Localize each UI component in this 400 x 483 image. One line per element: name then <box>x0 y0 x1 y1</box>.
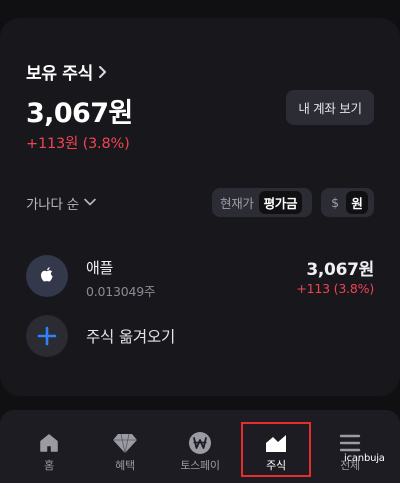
toggle-won[interactable]: 원 <box>346 191 368 214</box>
my-account-button[interactable]: 내 계좌 보기 <box>286 90 374 125</box>
tab-label: 혜택 <box>115 459 135 472</box>
tab-label: 토스페이 <box>180 459 220 472</box>
tab-benefits[interactable]: 혜택 <box>95 410 155 483</box>
holdings-title[interactable]: 보유 주식 <box>26 59 109 84</box>
stock-value: 3,067원 <box>306 260 374 280</box>
stock-row-apple[interactable]: 애플 0.013049주 3,067원 +113 (3.8%) <box>26 249 374 299</box>
toggle-current-price[interactable]: 현재가 <box>215 191 259 214</box>
stock-quantity: 0.013049주 <box>86 284 156 299</box>
won-coin-icon <box>186 430 214 456</box>
plus-icon <box>26 315 68 357</box>
tab-tosspay[interactable]: 토스페이 <box>170 410 230 483</box>
sort-label: 가나다 순 <box>26 197 79 213</box>
currency-toggle: $ 원 <box>321 188 374 217</box>
chevron-down-icon <box>83 195 97 211</box>
home-icon <box>35 430 63 456</box>
tab-all[interactable]: 전체 <box>320 410 380 483</box>
watermark: icanbuja <box>344 453 385 464</box>
total-amount: 3,067원 <box>26 98 133 129</box>
tab-home[interactable]: 홈 <box>19 410 79 483</box>
transfer-stocks-button[interactable]: 주식 옮겨오기 <box>26 315 374 359</box>
highlight-box <box>241 422 311 477</box>
transfer-label: 주식 옮겨오기 <box>86 328 176 346</box>
toggle-valuation[interactable]: 평가금 <box>258 191 303 214</box>
apple-logo-icon <box>26 255 68 297</box>
stock-name: 애플 <box>86 259 114 277</box>
chevron-right-icon <box>97 65 109 79</box>
holdings-title-label: 보유 주식 <box>26 64 93 84</box>
total-change: +113원 (3.8%) <box>26 136 130 152</box>
toggle-dollar[interactable]: $ <box>324 191 346 214</box>
price-view-toggle: 현재가 평가금 <box>212 188 312 217</box>
diamond-icon <box>111 430 139 456</box>
tab-label: 홈 <box>44 459 54 472</box>
sort-dropdown[interactable]: 가나다 순 <box>26 193 97 213</box>
bottom-tab-bar: 홈 혜택 토스페이 주식 전체 <box>0 410 400 483</box>
stock-change: +113 (3.8%) <box>296 281 374 296</box>
